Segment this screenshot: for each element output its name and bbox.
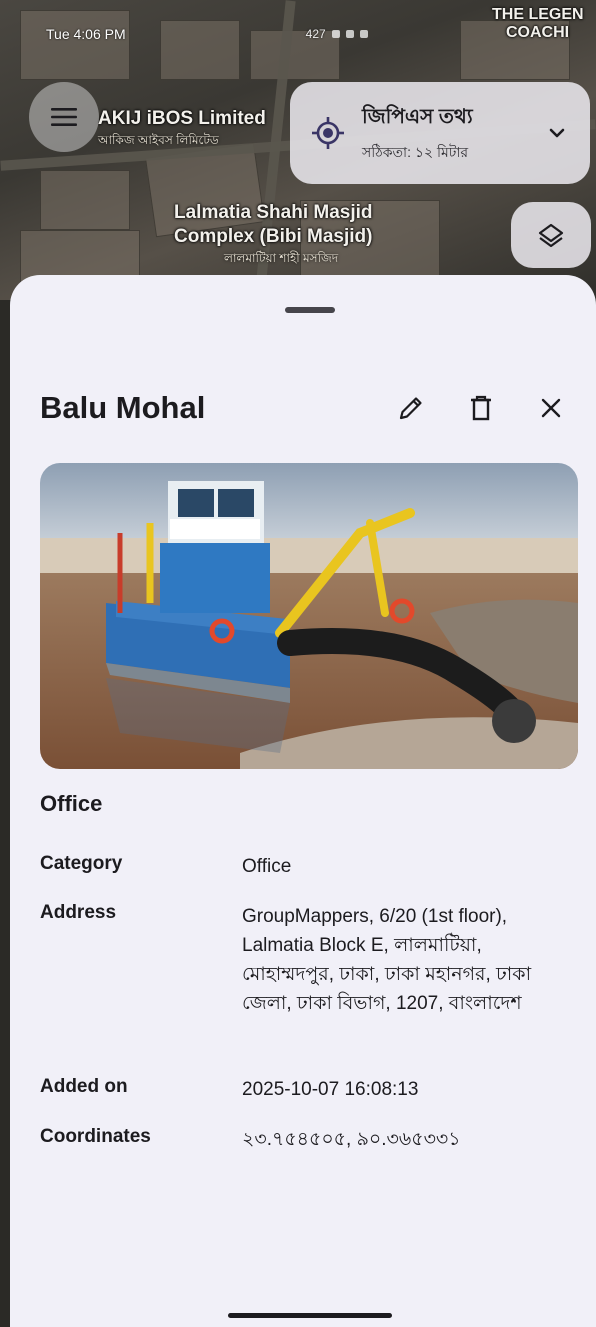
trash-icon [471,395,491,421]
status-battery-icon [359,30,368,38]
place-detail-sheet: Balu Mohal Office Category Office Addres… [10,275,596,1327]
chevron-down-icon[interactable] [542,118,572,148]
gps-info-card[interactable]: জিপিএস তথ্য সঠিকতা: ১২ মিটার [290,82,590,184]
close-icon [541,398,561,418]
menu-button[interactable] [29,82,99,152]
status-time: Tue 4:06 PM [46,26,126,42]
status-wifi-icon [345,30,354,38]
layers-button[interactable] [511,202,591,268]
home-indicator[interactable] [228,1313,392,1318]
drag-handle[interactable] [285,307,335,313]
detail-row-address: Address GroupMappers, 6/20 (1st floor), … [40,902,570,1018]
menu-icon [51,108,77,126]
map-label-masjid-2: Complex (Bibi Masjid) [174,226,373,247]
gps-title: জিপিএস তথ্য [362,105,473,128]
detail-key: Coordinates [40,1126,151,1147]
edit-button[interactable] [386,383,436,433]
detail-row-category: Category Office [40,853,570,881]
map-label-masjid-1: Lalmatia Shahi Masjid [174,202,373,223]
detail-value: ২৩.৭৫৪৫০৫, ৯০.৩৬৫৩৩১ [242,1129,461,1150]
dredger-photo-image [40,463,578,769]
place-photo[interactable] [40,463,578,769]
map-label-akij-bn: আকিজ আইবস লিমিটেড [98,133,219,147]
status-bar: Tue 4:06 PM 427 [46,22,576,46]
place-title: Balu Mohal [40,390,206,425]
place-type-label: Office [40,791,103,816]
status-notification-icon [331,30,340,38]
map-label-akij: AKIJ iBOS Limited [98,108,266,129]
detail-key: Address [40,902,117,923]
detail-row-added-on: Added on 2025-10-07 16:08:13 [40,1076,570,1104]
delete-button[interactable] [456,383,506,433]
pencil-icon [399,397,422,420]
detail-row-coordinates: Coordinates ২৩.৭৫৪৫০৫, ৯০.৩৬৫৩৩১ [40,1126,570,1154]
gps-target-icon [308,113,348,153]
status-icons: 427 [306,27,368,41]
detail-value: GroupMappers, 6/20 (1st floor), Lalmatia… [242,906,532,1014]
detail-key: Category [40,853,123,874]
gps-accuracy: সঠিকতা: ১২ মিটার [362,143,469,160]
sheet-header: Balu Mohal [40,383,576,433]
layers-icon [538,223,564,248]
close-button[interactable] [526,383,576,433]
detail-key: Added on [40,1076,128,1097]
map-label-masjid-bn: লালমাটিয়া শাহী মসজিদ [224,251,339,265]
detail-value: Office [242,856,292,877]
status-signal-text: 427 [305,27,326,41]
detail-value: 2025-10-07 16:08:13 [242,1079,419,1100]
